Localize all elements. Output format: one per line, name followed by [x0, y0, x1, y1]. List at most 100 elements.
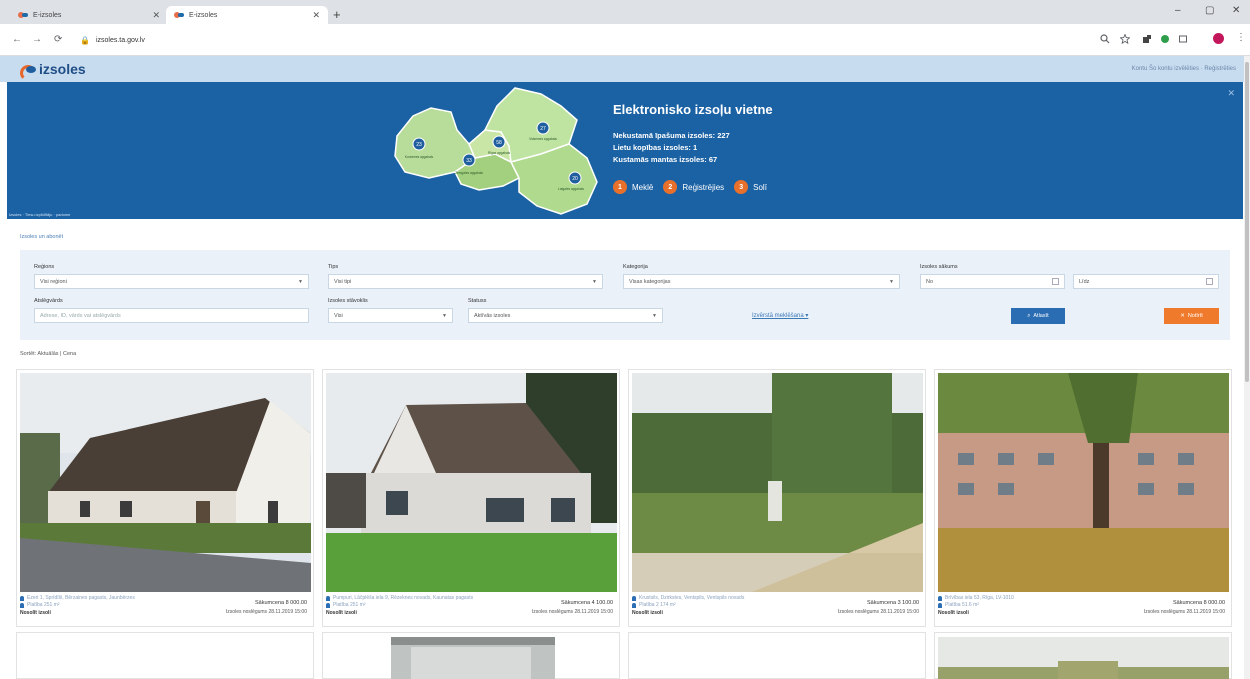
- site-header: izsoles Kontu Šo kontu izvēlēties · Reģi…: [0, 56, 1250, 82]
- search-button-label: Atlasīt: [1033, 313, 1049, 319]
- area-icon: [938, 603, 942, 608]
- location-pin-icon: [326, 596, 330, 601]
- reset-button[interactable]: ✕ Notīrīt: [1164, 308, 1219, 324]
- listing-card[interactable]: [322, 632, 620, 679]
- area-icon: [632, 603, 636, 608]
- extension-puzzle-icon[interactable]: [1178, 34, 1188, 44]
- listing-status: Nosolīt izsoli: [20, 610, 51, 616]
- date-label: Izsoles sākums: [920, 264, 958, 270]
- star-icon[interactable]: [1120, 34, 1130, 44]
- listing-meta: Pumpuri, Lāčplēša iela 9, Rēzeknes novad…: [326, 595, 617, 625]
- region-label: Zemgales apgabals: [455, 171, 483, 175]
- reload-button[interactable]: ⟳: [54, 34, 62, 45]
- type-select[interactable]: Visi tipi ▼: [328, 274, 603, 289]
- url-field[interactable]: 🔒 izsoles.ta.gov.lv: [80, 30, 1090, 50]
- scrollbar-thumb[interactable]: [1245, 62, 1249, 382]
- maximize-button[interactable]: ▢: [1205, 5, 1214, 16]
- listing-price: Sākumcena 4 100.00: [561, 600, 613, 606]
- calendar-icon[interactable]: [1052, 278, 1059, 285]
- date-to-field[interactable]: Līdz: [1073, 274, 1219, 289]
- listing-price: Sākumcena 8 000.00: [1173, 600, 1225, 606]
- step-number: 3: [734, 180, 749, 194]
- listing-address[interactable]: Krustsils, Dzirkstes, Ventspils, Ventspi…: [639, 595, 744, 601]
- chevron-down-icon: ▼: [889, 278, 894, 285]
- listing-address[interactable]: Pumpuri, Lāčplēša iela 9, Rēzeknes novad…: [333, 595, 473, 601]
- location-pin-icon: [938, 596, 942, 601]
- region-label: Latgales apgabals: [558, 187, 584, 191]
- listing-deadline: Izsoles noslēgums 28.11.2019 15:00: [225, 609, 307, 615]
- favicon-icon: [174, 11, 184, 19]
- listing-photo[interactable]: [20, 373, 311, 592]
- listing-card[interactable]: [934, 632, 1232, 679]
- step-label: Meklē: [632, 182, 654, 192]
- chevron-down-icon: ▼: [442, 312, 447, 319]
- area-icon: [326, 603, 330, 608]
- location-pin-icon: [632, 596, 636, 601]
- listing-photo[interactable]: [326, 373, 617, 592]
- category-label: Kategorija: [623, 264, 648, 270]
- favicon-icon: [18, 11, 28, 19]
- listing-price: Sākumcena 3 100.00: [867, 600, 919, 606]
- listing-address[interactable]: Brīvības iela 53, Rīga, LV-1010: [945, 595, 1014, 601]
- listing-area: Platība 51.6 m²: [945, 602, 979, 608]
- listing-photo[interactable]: [632, 373, 923, 592]
- listing-meta: Brīvības iela 53, Rīga, LV-1010 Platība …: [938, 595, 1229, 625]
- hero-title: Elektronisko izsoļu vietne: [613, 102, 773, 117]
- back-button[interactable]: ←: [12, 34, 22, 45]
- close-icon[interactable]: ✕: [1227, 88, 1235, 99]
- menu-kebab-icon[interactable]: ⋮: [1236, 32, 1246, 43]
- extension-icon[interactable]: [1142, 34, 1152, 44]
- listing-deadline: Izsoles noslēgums 28.11.2019 15:00: [531, 609, 613, 615]
- hero-footnote[interactable]: Izsoles · Tiesu izpildītāju · padome: [9, 212, 70, 217]
- listing-address[interactable]: Ezeri 1, Sprīdīši, Bērzaines pagasts, Ja…: [27, 595, 135, 601]
- listing-deadline: Izsoles noslēgums 28.11.2019 15:00: [1143, 609, 1225, 615]
- listing-area: Platība 251 m²: [333, 602, 366, 608]
- close-window-button[interactable]: ✕: [1232, 5, 1240, 16]
- calendar-icon[interactable]: [1206, 278, 1213, 285]
- extension-green-icon[interactable]: [1160, 34, 1170, 44]
- sort-bar[interactable]: Sortēt: Aktuālās | Cena: [20, 351, 76, 357]
- browser-tab-2[interactable]: E-izsoles ✕: [166, 6, 328, 24]
- tab-close-icon[interactable]: ✕: [152, 10, 160, 21]
- date-from-placeholder: No: [926, 278, 934, 285]
- url-text: izsoles.ta.gov.lv: [95, 36, 145, 44]
- listing-card[interactable]: [628, 632, 926, 679]
- region-count: 27: [540, 126, 546, 132]
- status-value: Aktīvās izsoles: [474, 312, 511, 319]
- forward-button[interactable]: →: [32, 34, 42, 45]
- region-label: Rīgas apgabals: [488, 151, 511, 155]
- keyword-input[interactable]: Adrese, ID, vārds vai atslēgvārds: [34, 308, 309, 323]
- listing-card[interactable]: [16, 632, 314, 679]
- listing-card[interactable]: Ezeri 1, Sprīdīši, Bērzaines pagasts, Ja…: [16, 369, 314, 627]
- filter-panel: Reģions Visi reģioni ▼ Tips Visi tipi ▼ Ka…: [20, 250, 1230, 340]
- tab-close-icon[interactable]: ✕: [312, 10, 320, 21]
- category-select[interactable]: Visas kategorijas ▼: [623, 274, 900, 289]
- avatar[interactable]: [1213, 33, 1224, 44]
- listing-photo[interactable]: [938, 373, 1229, 592]
- hero-stat-real-estate: Nekustamā īpašuma izsoles: 227: [613, 131, 730, 140]
- status-select[interactable]: Aktīvās izsoles ▼: [468, 308, 663, 323]
- tab-title: E-izsoles: [33, 11, 62, 19]
- region-select[interactable]: Visi reģioni ▼: [34, 274, 309, 289]
- listing-card[interactable]: Brīvības iela 53, Rīga, LV-1010 Platība …: [934, 369, 1232, 627]
- region-count: 20: [572, 176, 578, 182]
- search-button[interactable]: ⌕ Atlasīt: [1011, 308, 1065, 324]
- listing-card[interactable]: Pumpuri, Lāčplēša iela 9, Rēzeknes novad…: [322, 369, 620, 627]
- listing-meta: Ezeri 1, Sprīdīši, Bērzaines pagasts, Ja…: [20, 595, 311, 625]
- subscribe-link[interactable]: Izsoles un abonēt: [20, 234, 63, 240]
- chevron-down-icon: ▼: [298, 278, 303, 285]
- browser-tab-1[interactable]: E-izsoles ✕: [10, 6, 168, 24]
- account-links[interactable]: Kontu Šo kontu izvēlēties · Reģistrēties: [1132, 66, 1236, 72]
- site-logo[interactable]: izsoles: [20, 60, 86, 81]
- listing-photo[interactable]: [391, 637, 555, 679]
- logo-text: izsoles: [39, 61, 86, 77]
- search-icon[interactable]: [1100, 34, 1110, 44]
- page-scrollbar[interactable]: [1244, 56, 1250, 679]
- listing-photo[interactable]: [938, 637, 1229, 679]
- stage-select[interactable]: Visi ▼: [328, 308, 453, 323]
- date-from-field[interactable]: No: [920, 274, 1065, 289]
- listing-card[interactable]: Krustsils, Dzirkstes, Ventspils, Ventspi…: [628, 369, 926, 627]
- new-tab-button[interactable]: +: [333, 7, 341, 22]
- extended-search-link[interactable]: Izvērstā meklēšana ▾: [752, 312, 808, 319]
- minimize-button[interactable]: –: [1175, 5, 1181, 16]
